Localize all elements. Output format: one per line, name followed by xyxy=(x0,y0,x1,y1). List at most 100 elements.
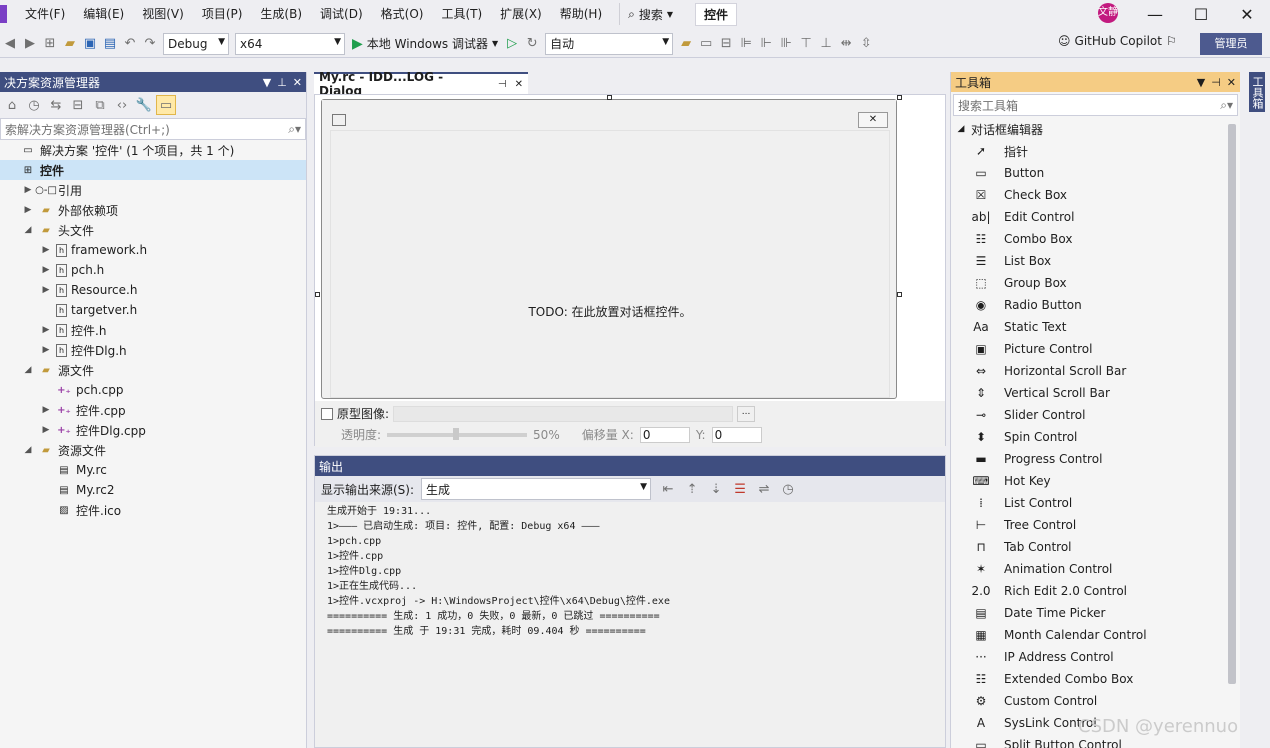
collapse-all-icon[interactable]: ⊟ xyxy=(68,95,88,115)
resize-handle[interactable] xyxy=(315,292,320,297)
save-icon[interactable]: ▣ xyxy=(80,34,100,54)
space-across-icon[interactable]: ⇹ xyxy=(836,34,856,54)
tree-row[interactable]: ◢ ▰ 头文件 xyxy=(0,220,306,240)
resize-handle[interactable] xyxy=(897,95,902,100)
offset-y-input[interactable]: 0 xyxy=(711,426,762,443)
solution-config-dropdown[interactable]: 自动 ▼ xyxy=(545,32,674,55)
word-wrap-icon[interactable]: ⇌ xyxy=(754,479,774,499)
tree-row[interactable]: ▤ My.rc xyxy=(0,460,306,480)
folder-view-icon[interactable]: ▰ xyxy=(676,34,696,54)
expand-arrow-icon[interactable]: ▶ xyxy=(40,405,52,415)
configuration-dropdown[interactable]: Debug ▼ xyxy=(163,32,229,55)
toolbox-scrollbar[interactable] xyxy=(1228,124,1236,684)
tree-row[interactable]: ▶ h framework.h xyxy=(0,240,306,260)
menu-item[interactable]: 调试(D) xyxy=(311,0,372,28)
resize-handle[interactable] xyxy=(897,292,902,297)
toolbox-item[interactable]: ⊓ Tab Control xyxy=(951,536,1240,558)
back-icon[interactable]: ◀ xyxy=(0,34,20,54)
panel-menu-icon[interactable]: ▼ xyxy=(263,76,271,89)
project-name-chip[interactable]: 控件 xyxy=(695,2,738,26)
redo-icon[interactable]: ↷ xyxy=(140,34,160,54)
menu-item[interactable]: 生成(B) xyxy=(251,0,311,28)
expand-arrow-icon[interactable]: ◢ xyxy=(22,365,34,375)
tree-row[interactable]: ▶ +₊ 控件.cpp xyxy=(0,400,306,420)
tree-row[interactable]: ▶ h pch.h xyxy=(0,260,306,280)
user-avatar[interactable]: 文静 xyxy=(1098,3,1118,23)
menu-item[interactable]: 扩展(X) xyxy=(491,0,551,28)
toolbox-item[interactable]: ☒ Check Box xyxy=(951,184,1240,206)
toolbox-item[interactable]: ▬ Progress Control xyxy=(951,448,1240,470)
menu-item[interactable]: 工具(T) xyxy=(432,0,491,28)
clear-all-icon[interactable]: ☰ xyxy=(730,479,750,499)
close-icon[interactable]: ✕ xyxy=(293,76,302,89)
new-project-icon[interactable]: ⊞ xyxy=(40,34,60,54)
next-message-icon[interactable]: ⇣ xyxy=(706,479,726,499)
tree-row[interactable]: ▶ ▰ 外部依赖项 xyxy=(0,200,306,220)
toolbox-search-input[interactable]: 搜索工具箱 ⌕▾ xyxy=(953,94,1238,116)
tree-row[interactable]: ⊞ 控件 xyxy=(0,160,306,180)
toolbox-item[interactable]: 2.0 Rich Edit 2.0 Control xyxy=(951,580,1240,602)
toolbox-item[interactable]: ➚ 指针 xyxy=(951,140,1240,162)
undo-icon[interactable]: ↶ xyxy=(120,34,140,54)
github-copilot-button[interactable]: ☺ GitHub Copilot ⚐ xyxy=(1058,34,1177,48)
prototype-path-input[interactable] xyxy=(393,405,734,422)
document-tab[interactable]: My.rc - IDD...LOG - Dialog ⊣ ✕ xyxy=(314,70,528,98)
menu-item[interactable]: 项目(P) xyxy=(193,0,252,28)
toolbox-item[interactable]: ⌨ Hot Key xyxy=(951,470,1240,492)
slider-thumb[interactable] xyxy=(453,427,460,440)
toolbox-item[interactable]: ▣ Picture Control xyxy=(951,338,1240,360)
pin-icon[interactable]: ⊥ xyxy=(277,76,287,89)
menu-item[interactable]: 格式(O) xyxy=(372,0,433,28)
visual-studio-logo-icon[interactable] xyxy=(0,5,7,23)
todo-static-text[interactable]: TODO: 在此放置对话框控件。 xyxy=(331,303,889,320)
tree-row[interactable]: ▨ 控件.ico xyxy=(0,500,306,520)
pin-icon[interactable]: ⊣ xyxy=(1211,76,1221,89)
toolbox-item[interactable]: ⬍ Spin Control xyxy=(951,426,1240,448)
resize-handle[interactable] xyxy=(607,95,612,100)
tree-row[interactable]: +₊ pch.cpp xyxy=(0,380,306,400)
tree-row[interactable]: ▶ +₊ 控件Dlg.cpp xyxy=(0,420,306,440)
toolbox-item[interactable]: ⇔ Horizontal Scroll Bar xyxy=(951,360,1240,382)
show-all-files-icon[interactable]: ⧉ xyxy=(90,95,110,115)
toolbox-item[interactable]: ▭ Button xyxy=(951,162,1240,184)
toolbox-item[interactable]: ⊢ Tree Control xyxy=(951,514,1240,536)
timestamp-icon[interactable]: ◷ xyxy=(778,479,798,499)
align-right-icon[interactable]: ⊪ xyxy=(776,34,796,54)
open-file-icon[interactable]: ▰ xyxy=(60,34,80,54)
toolbox-side-tab[interactable]: 工具箱 xyxy=(1249,72,1265,112)
toolbox-item[interactable]: ⁞ List Control xyxy=(951,492,1240,514)
solution-search-input[interactable]: 索解决方案资源管理器(Ctrl+;) ⌕▾ xyxy=(0,118,306,140)
preview-icon[interactable]: ▭ xyxy=(156,95,176,115)
search-button[interactable]: ⌕ 搜索 ▼ xyxy=(619,3,681,25)
output-source-dropdown[interactable]: 生成 ▼ xyxy=(421,478,652,500)
view-code-icon[interactable]: ‹› xyxy=(112,95,132,115)
expand-arrow-icon[interactable]: ▶ xyxy=(40,245,52,255)
pin-icon[interactable]: ⊣ xyxy=(498,79,507,90)
tree-row[interactable]: ◢ ▰ 资源文件 xyxy=(0,440,306,460)
previous-message-icon[interactable]: ⇡ xyxy=(682,479,702,499)
sync-icon[interactable]: ⇆ xyxy=(46,95,66,115)
expand-arrow-icon[interactable]: ◢ xyxy=(22,225,34,235)
toolbox-item[interactable]: ☷ Extended Combo Box xyxy=(951,668,1240,690)
toolbox-group-header[interactable]: ◢ 对话框编辑器 xyxy=(951,118,1240,140)
close-icon[interactable]: ✕ xyxy=(1227,76,1236,89)
properties-icon[interactable]: 🔧 xyxy=(134,95,154,115)
align-top-icon[interactable]: ⊤ xyxy=(796,34,816,54)
toolbox-item[interactable]: ab| Edit Control xyxy=(951,206,1240,228)
toolbox-item[interactable]: ◉ Radio Button xyxy=(951,294,1240,316)
toolbox-item[interactable]: ▤ Date Time Picker xyxy=(951,602,1240,624)
close-icon[interactable]: ✕ xyxy=(1224,5,1270,24)
menu-item[interactable]: 文件(F) xyxy=(16,0,74,28)
toolbox-item[interactable]: ⚙ Custom Control xyxy=(951,690,1240,712)
dialog-client-area[interactable]: TODO: 在此放置对话框控件。 xyxy=(330,130,890,398)
tree-row[interactable]: ▭ 解决方案 '控件' (1 个项目，共 1 个) xyxy=(0,140,306,160)
tree-row[interactable]: ◢ ▰ 源文件 xyxy=(0,360,306,380)
menu-item[interactable]: 视图(V) xyxy=(133,0,193,28)
tab-order-icon[interactable]: ⊟ xyxy=(716,34,736,54)
expand-arrow-icon[interactable]: ▶ xyxy=(40,325,52,335)
toolbox-item[interactable]: ⇕ Vertical Scroll Bar xyxy=(951,382,1240,404)
transparency-slider[interactable] xyxy=(387,427,528,440)
expand-arrow-icon[interactable]: ▶ xyxy=(40,265,52,275)
close-icon[interactable]: ✕ xyxy=(515,79,523,90)
expand-arrow-icon[interactable]: ▶ xyxy=(22,205,34,215)
